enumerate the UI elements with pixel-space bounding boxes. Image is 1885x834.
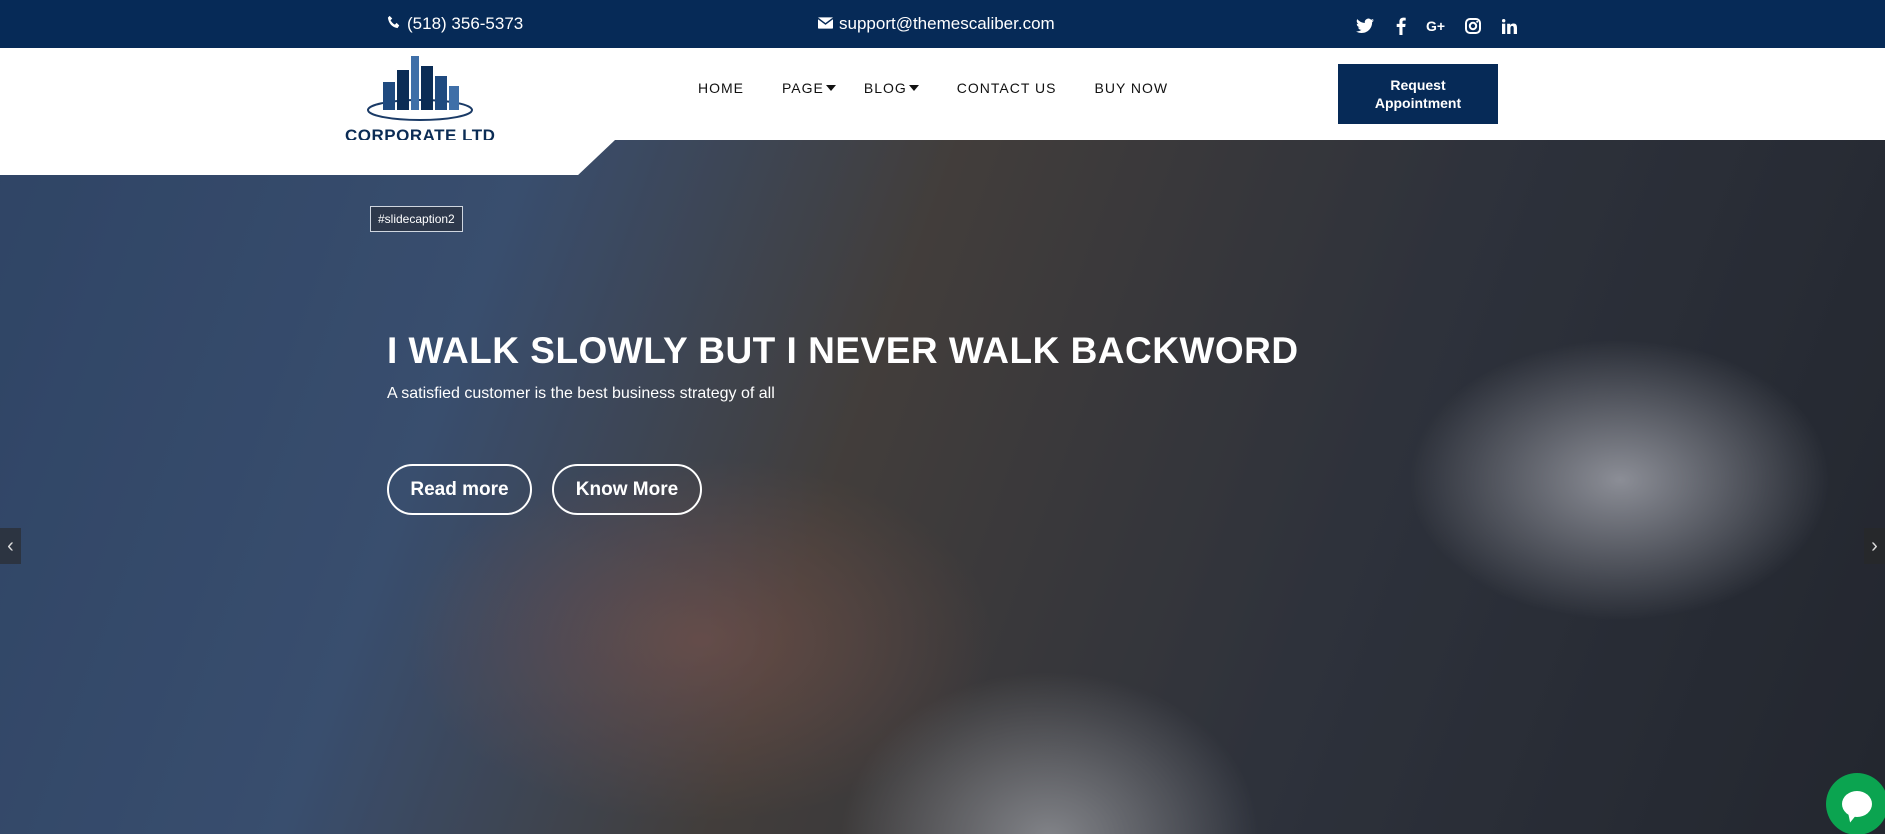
facebook-icon[interactable] — [1390, 16, 1412, 36]
hero-title: I WALK SLOWLY BUT I NEVER WALK BACKWORD — [387, 330, 1299, 371]
social-links: G+ — [1354, 16, 1520, 36]
slider-next-arrow[interactable]: › — [1864, 528, 1885, 564]
hero-subtitle: A satisfied customer is the best busines… — [387, 385, 775, 402]
twitter-icon[interactable] — [1354, 16, 1376, 36]
linkedin-icon[interactable] — [1498, 16, 1520, 36]
main-navigation: HOME PAGE BLOG CONTACT US BUY NOW — [698, 80, 1206, 96]
nav-page[interactable]: PAGE — [782, 80, 836, 96]
nav-contact[interactable]: CONTACT US — [957, 80, 1057, 96]
chevron-right-icon: › — [1871, 534, 1878, 557]
read-more-button[interactable]: Read more — [387, 464, 532, 515]
email-contact[interactable]: support@themescaliber.com — [817, 14, 1055, 34]
phone-number: (518) 356-5373 — [407, 14, 524, 33]
slider-prev-arrow[interactable]: ‹ — [0, 528, 21, 564]
envelope-icon — [817, 14, 834, 34]
phone-contact[interactable]: (518) 356-5373 — [387, 14, 523, 34]
svg-text:G+: G+ — [1426, 19, 1445, 33]
nav-home[interactable]: HOME — [698, 80, 744, 96]
header-notch — [0, 140, 615, 175]
chevron-left-icon: ‹ — [7, 534, 14, 557]
chat-bubble-icon — [1842, 791, 1872, 817]
email-address: support@themescaliber.com — [839, 14, 1055, 33]
top-contact-bar: (518) 356-5373 support@themescaliber.com… — [0, 0, 1885, 48]
phone-icon — [387, 14, 401, 34]
nav-page-label: PAGE — [782, 80, 824, 96]
hero-overlay — [0, 140, 1885, 834]
hero-slider — [0, 140, 1885, 834]
site-header: CORPORATE LTD HOME PAGE BLOG CONTACT US … — [0, 48, 1885, 145]
nav-home-label: HOME — [698, 80, 744, 96]
caret-down-icon — [908, 85, 919, 91]
request-appointment-button[interactable]: Request Appointment — [1338, 64, 1498, 124]
nav-contact-label: CONTACT US — [956, 80, 1057, 96]
nav-buy-now[interactable]: BUY NOW — [1095, 80, 1169, 96]
caret-down-icon — [825, 85, 836, 91]
google-plus-icon[interactable]: G+ — [1426, 16, 1448, 36]
slide-caption-tag: #slidecaption2 — [370, 206, 463, 232]
chat-widget-button[interactable] — [1826, 773, 1885, 834]
nav-buy-label: BUY NOW — [1094, 80, 1169, 96]
nav-blog-label: BLOG — [863, 80, 907, 96]
know-more-button[interactable]: Know More — [552, 464, 702, 515]
nav-blog[interactable]: BLOG — [864, 80, 919, 96]
instagram-icon[interactable] — [1462, 16, 1484, 36]
